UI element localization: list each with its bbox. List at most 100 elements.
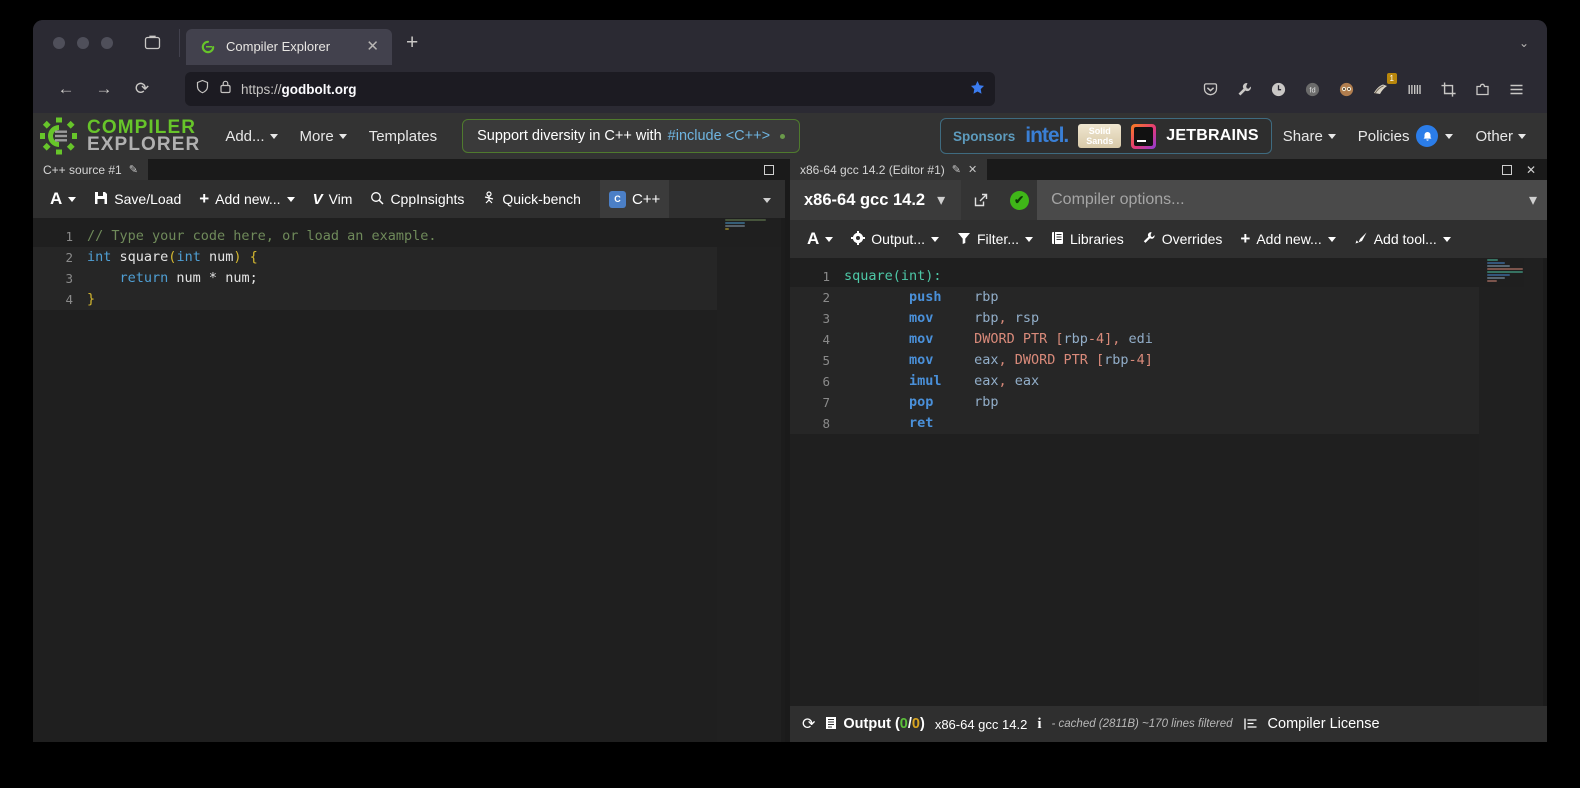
wrench-icon[interactable] xyxy=(1231,76,1257,102)
output-button[interactable]: Output... xyxy=(842,224,948,254)
compiler-options-input[interactable]: Compiler options... xyxy=(1037,180,1519,220)
rename-pencil-icon[interactable]: ✎ xyxy=(129,163,138,176)
extension-icons: fd 1 xyxy=(1197,73,1529,102)
libraries-button[interactable]: Libraries xyxy=(1042,224,1133,254)
output-pane-tab[interactable]: x86-64 gcc 14.2 (Editor #1) ✎ ✕ xyxy=(790,159,988,180)
puzzle-icon[interactable] xyxy=(1469,76,1495,102)
crop-extension-icon[interactable] xyxy=(1435,76,1461,102)
add-new-button[interactable]: + Add new... xyxy=(1231,224,1344,254)
back-icon[interactable]: ← xyxy=(49,72,83,106)
font-size-button[interactable]: A xyxy=(41,184,85,214)
language-selector[interactable]: C C++ xyxy=(599,180,670,218)
compiler-license-link[interactable]: Compiler License xyxy=(1268,716,1380,732)
compiler-options-caret[interactable]: ▾ xyxy=(1519,180,1547,220)
nav-add[interactable]: Add... xyxy=(214,113,288,159)
code-line[interactable]: 4} xyxy=(33,289,785,310)
code-line[interactable]: 8 ret xyxy=(790,413,1547,434)
lock-icon[interactable] xyxy=(219,79,232,99)
maximize-window-button[interactable] xyxy=(101,36,113,49)
code-line[interactable]: 6 imul eax, eax xyxy=(790,371,1547,392)
source-code-editor[interactable]: 1 // Type your code here, or load an exam… xyxy=(33,218,785,742)
sponsor-jetbrains-label[interactable]: JETBRAINS xyxy=(1166,127,1258,145)
nav-policies[interactable]: Policies xyxy=(1347,113,1465,159)
code-line[interactable]: 1 square(int): xyxy=(790,266,1547,287)
sponsor-intel-logo[interactable]: intel. xyxy=(1025,124,1069,148)
code-line[interactable]: 3 mov rbp, rsp xyxy=(790,308,1547,329)
diversity-banner[interactable]: Support diversity in C++ with #include <… xyxy=(462,119,801,153)
code-line[interactable]: 1 // Type your code here, or load an exam… xyxy=(33,226,785,247)
list-all-tabs-icon[interactable] xyxy=(139,30,165,56)
close-tab-icon[interactable]: ✕ xyxy=(363,39,382,54)
assembly-minimap[interactable] xyxy=(1479,258,1547,706)
output-toggle-button[interactable]: Output (0/0) xyxy=(825,716,925,733)
rename-pencil-icon[interactable]: ✎ xyxy=(952,163,961,176)
add-tool-button[interactable]: Add tool... xyxy=(1345,224,1460,254)
assembly-scrollbar[interactable] xyxy=(1543,258,1547,706)
overrides-button[interactable]: Overrides xyxy=(1133,224,1232,254)
code-line[interactable]: 4 mov DWORD PTR [rbp-4], edi xyxy=(790,329,1547,350)
code-line[interactable]: 7 pop rbp xyxy=(790,392,1547,413)
sponsor-solid-sands-logo[interactable]: Solid Sands xyxy=(1078,124,1122,148)
sponsor-jetbrains-logo-mark[interactable] xyxy=(1131,123,1157,149)
vim-button[interactable]: V Vim xyxy=(304,184,362,214)
code-line[interactable]: 2 int square(int num) { xyxy=(33,247,785,268)
compiler-dropdown-caret[interactable]: ▾ xyxy=(937,190,961,210)
maximize-icon[interactable] xyxy=(1501,164,1512,175)
assembly-output-view[interactable]: 1 square(int): 2 push rbp 3 mov rbp, rsp 4 m… xyxy=(790,258,1547,706)
url-bar[interactable]: https://godbolt.org xyxy=(185,72,995,106)
badger-extension-icon[interactable]: 1 xyxy=(1367,73,1397,102)
bell-icon[interactable] xyxy=(1416,125,1439,147)
close-window-button[interactable] xyxy=(53,36,65,49)
reload-icon[interactable]: ⟳ xyxy=(125,72,159,106)
nav-more[interactable]: More xyxy=(289,113,358,159)
nav-other[interactable]: Other xyxy=(1464,113,1537,159)
clock-extension-icon[interactable] xyxy=(1265,76,1291,102)
info-icon[interactable]: i xyxy=(1037,716,1041,733)
nav-share[interactable]: Share xyxy=(1272,113,1347,159)
line-filter-icon[interactable] xyxy=(1243,717,1258,731)
add-new-button[interactable]: + Add new... xyxy=(190,184,303,214)
close-pane-tab-icon[interactable]: ✕ xyxy=(968,163,977,176)
close-icon[interactable]: ✕ xyxy=(1526,163,1536,177)
cppinsights-button[interactable]: CppInsights xyxy=(361,184,473,214)
source-minimap[interactable] xyxy=(717,218,785,742)
compiler-name[interactable]: x86-64 gcc 14.2 xyxy=(790,191,937,210)
font-size-button[interactable]: A xyxy=(798,224,842,254)
forward-icon[interactable]: → xyxy=(87,72,121,106)
star-icon[interactable] xyxy=(970,80,985,98)
save-load-button[interactable]: Save/Load xyxy=(85,184,190,214)
sponsors-bar[interactable]: Sponsors intel. Solid Sands JETBRAINS xyxy=(939,118,1272,154)
app-menu-icon[interactable] xyxy=(1503,76,1529,102)
filter-button[interactable]: Filter... xyxy=(948,224,1042,254)
barcode-extension-icon[interactable] xyxy=(1401,76,1427,102)
browser-tab[interactable]: Compiler Explorer ✕ xyxy=(186,28,392,65)
minimize-window-button[interactable] xyxy=(77,36,89,49)
quick-bench-button[interactable]: Quick-bench xyxy=(473,184,590,214)
raccoon-extension-icon[interactable] xyxy=(1333,76,1359,102)
code-line[interactable]: 3 return num * num; xyxy=(33,268,785,289)
banner-link[interactable]: #include <C++> xyxy=(668,128,770,144)
nav-templates[interactable]: Templates xyxy=(358,113,448,159)
tabstrip-overflow[interactable]: ⌄ xyxy=(1519,20,1529,65)
recompile-button[interactable]: ⟳ xyxy=(802,714,815,734)
output-pane-controls: ✕ xyxy=(1501,159,1547,180)
shield-icon[interactable] xyxy=(195,79,210,99)
open-in-new-window-icon[interactable] xyxy=(961,180,1002,220)
pocket-icon[interactable] xyxy=(1197,76,1223,102)
code-line[interactable]: 2 push rbp xyxy=(790,287,1547,308)
chevron-down-icon[interactable]: ⌄ xyxy=(1519,36,1529,50)
language-selector-caret[interactable] xyxy=(763,190,785,208)
maximize-icon[interactable] xyxy=(764,164,774,175)
fd-extension-icon[interactable]: fd xyxy=(1299,76,1325,102)
code-line[interactable]: 5 mov eax, DWORD PTR [rbp-4] xyxy=(790,350,1547,371)
code-token: return xyxy=(119,270,169,286)
code-line-content: ret xyxy=(844,413,1547,434)
site-logo[interactable]: COMPILER EXPLORER xyxy=(39,117,214,155)
window-controls[interactable] xyxy=(33,36,129,49)
source-scrollbar[interactable] xyxy=(781,218,785,742)
new-tab-icon[interactable]: + xyxy=(406,32,418,53)
nav-templates-label: Templates xyxy=(368,127,438,145)
url-text[interactable]: https://godbolt.org xyxy=(241,82,961,97)
editor-pane-tab[interactable]: C++ source #1 ✎ xyxy=(33,159,148,180)
